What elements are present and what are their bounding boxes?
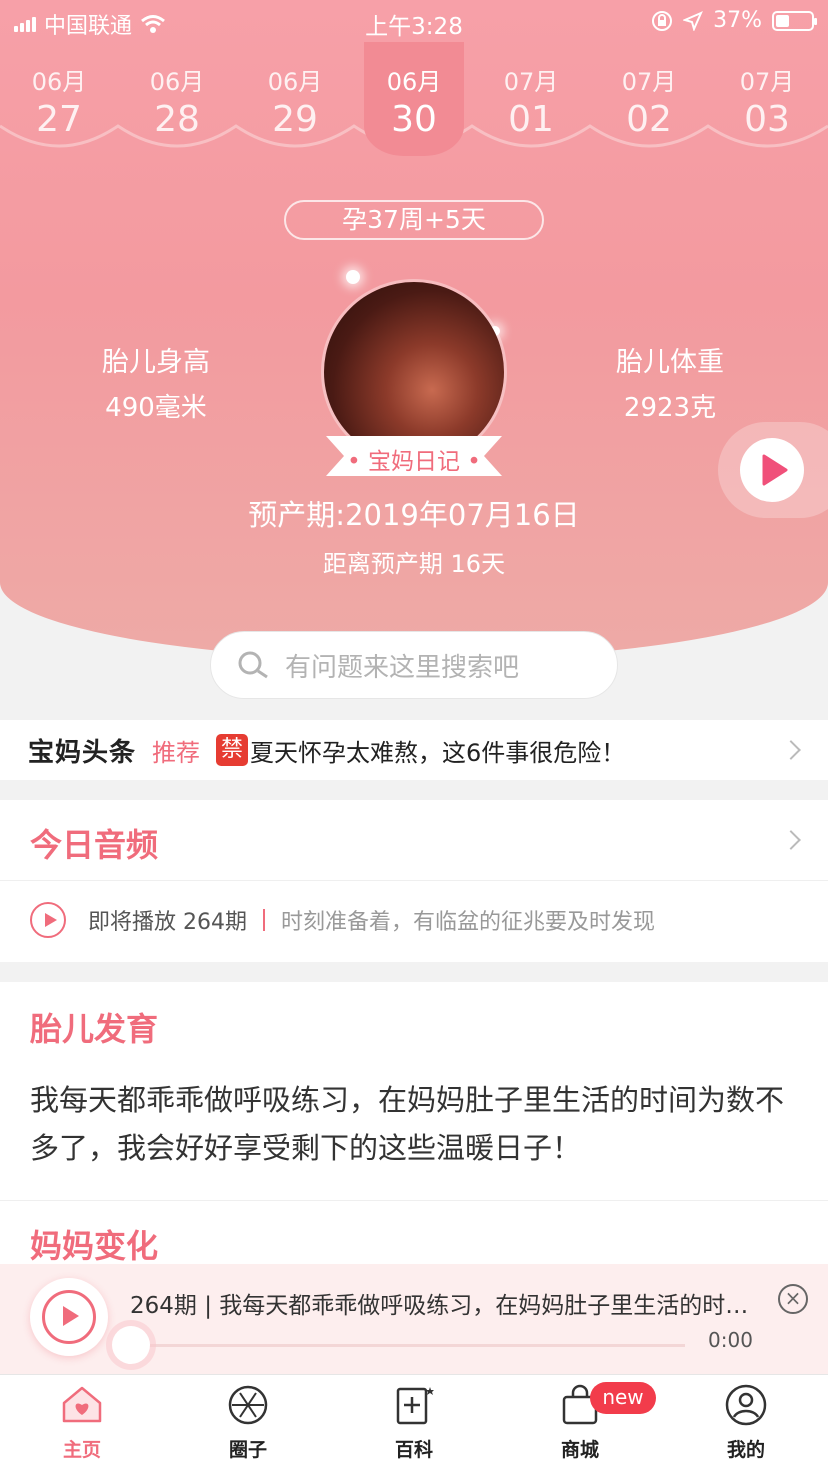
progress-track[interactable]	[130, 1344, 685, 1347]
fetal-development-text: 我每天都乖乖做呼吸练习，在妈妈肚子里生活的时间为数不多了，我会好好享受剩下的这些…	[30, 1083, 785, 1165]
today-audio-card: 今日音频 即将播放 264期 时刻准备着，有临盆的征兆要及时发现	[0, 800, 828, 962]
search-icon	[238, 651, 268, 679]
news-brand-logo: 宝妈头条	[28, 737, 137, 768]
tab-profile[interactable]: 我的	[686, 1383, 806, 1462]
upcoming-audio-row[interactable]: 即将播放 264期 时刻准备着，有临盆的征兆要及时发现	[30, 902, 655, 938]
play-circle-icon[interactable]	[30, 902, 66, 938]
player-play-button[interactable]	[30, 1278, 108, 1356]
aperture-icon	[228, 1385, 268, 1425]
profile-icon	[725, 1384, 767, 1426]
rotation-lock-icon	[652, 10, 673, 31]
battery-percent: 37%	[713, 8, 762, 33]
mom-changes-title: 妈妈变化	[30, 1227, 159, 1265]
today-audio-title[interactable]: 今日音频	[30, 820, 158, 866]
fetal-height-stat: 胎儿身高 490毫米	[46, 340, 266, 424]
fetal-weight-stat: 胎儿体重 2923克	[560, 340, 780, 424]
fetal-height-label: 胎儿身高	[102, 347, 210, 378]
battery-icon	[772, 10, 817, 31]
ban-badge-icon: 禁	[216, 734, 249, 766]
upcoming-episode: 即将播放 264期	[88, 910, 247, 935]
fetal-development-card: 胎儿发育 我每天都乖乖做呼吸练习，在妈妈肚子里生活的时间为数不多了，我会好好享受…	[0, 982, 828, 1200]
sparkle-decoration	[346, 270, 360, 284]
hero-header: 中国联通 上午3:28 37% 06月 27 06月 28 06月 29 06月 30 …	[0, 0, 828, 660]
tab-encyclopedia[interactable]: 百科	[354, 1383, 474, 1462]
date-item-0630-selected[interactable]: 06月 30	[364, 42, 464, 156]
mom-diary-ribbon[interactable]: • 宝妈日记 •	[326, 436, 502, 476]
pregnancy-week-pill[interactable]: 孕37周+5天	[284, 200, 544, 240]
bottom-tab-bar: 主页 圈子 百科 商城 我的	[0, 1374, 828, 1472]
player-time: 0:00	[708, 1328, 753, 1352]
search-input[interactable]: 有问题来这里搜索吧	[210, 631, 618, 699]
due-date: 预产期:2019年07月16日	[248, 498, 580, 532]
date-item-0701[interactable]: 07月 01	[472, 56, 590, 156]
status-bar: 中国联通 上午3:28 37%	[0, 0, 828, 42]
home-heart-icon	[62, 1386, 102, 1423]
date-item-0703[interactable]: 07月 03	[708, 56, 826, 156]
tab-circle[interactable]: 圈子	[188, 1383, 308, 1462]
date-item-0628[interactable]: 06月 28	[118, 56, 236, 156]
encyclopedia-icon	[396, 1387, 434, 1425]
play-icon	[762, 454, 788, 486]
new-badge: new	[590, 1382, 656, 1414]
news-ticker[interactable]: 宝妈头条 推荐 禁 夏天怀孕太难熬，这6件事很危险！	[0, 720, 828, 780]
upcoming-description: 时刻准备着，有临盆的征兆要及时发现	[281, 910, 656, 935]
mom-diary-label: • 宝妈日记 •	[347, 449, 481, 475]
chevron-right-icon	[781, 740, 801, 760]
player-track-title[interactable]: 264期 | 我每天都乖乖做呼吸练习，在妈妈肚子里生活的时间为数不多了	[130, 1286, 750, 1320]
fetus-avatar-image[interactable]	[324, 282, 504, 462]
tab-home[interactable]: 主页	[22, 1383, 142, 1462]
chevron-right-icon[interactable]	[781, 830, 801, 850]
news-tag: 推荐	[152, 738, 201, 767]
mini-audio-player: 264期 | 我每天都乖乖做呼吸练习，在妈妈肚子里生活的时间为数不多了 0:00…	[0, 1264, 828, 1374]
due-countdown: 距离预产期 16天	[322, 550, 506, 578]
date-item-0702[interactable]: 07月 02	[590, 56, 708, 156]
progress-slider-knob[interactable]	[112, 1326, 150, 1364]
location-arrow-icon	[683, 10, 704, 31]
news-headline[interactable]: 夏天怀孕太难熬，这6件事很危险！	[250, 733, 625, 768]
fetal-weight-label: 胎儿体重	[616, 347, 724, 378]
search-placeholder: 有问题来这里搜索吧	[285, 652, 520, 683]
fetal-development-title: 胎儿发育	[30, 1010, 159, 1048]
date-item-0627[interactable]: 06月 27	[0, 56, 118, 156]
close-icon[interactable]: ×	[778, 1284, 808, 1314]
date-strip: 06月 27 06月 28 06月 29 06月 30 07月 01 07月 02 07月 0…	[0, 42, 828, 166]
floating-play-button[interactable]	[718, 422, 828, 518]
date-item-0629[interactable]: 06月 29	[236, 56, 354, 156]
fetal-weight-value: 2923克	[623, 393, 717, 423]
play-circle-icon	[42, 1290, 96, 1344]
fetal-height-value: 490毫米	[105, 393, 207, 423]
